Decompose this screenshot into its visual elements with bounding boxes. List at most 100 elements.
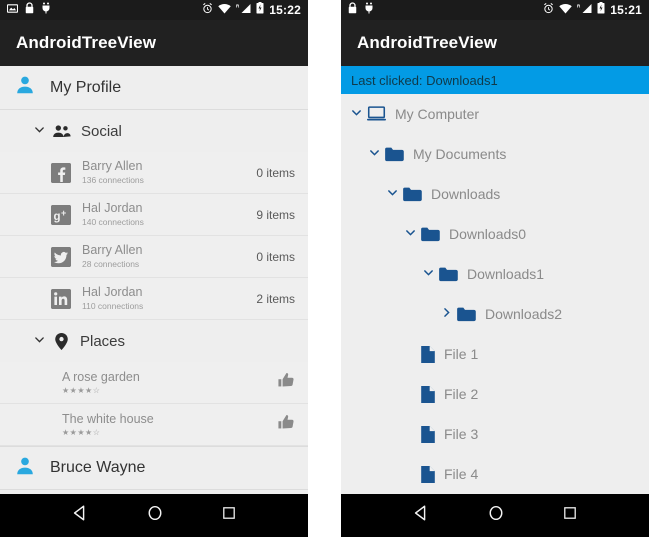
screenshot-stage: R 15:22 AndroidTreeView My Profile Socia…	[0, 0, 649, 537]
tree-root-bruce-wayne[interactable]: Bruce Wayne	[0, 446, 308, 490]
back-triangle-icon[interactable]	[71, 504, 89, 527]
tree-node-label: Downloads	[431, 186, 501, 202]
usb-debug-icon	[41, 1, 51, 19]
chevron-down-icon[interactable]	[34, 332, 45, 350]
thumbs-up-icon[interactable]	[278, 414, 295, 436]
list-item-subtitle: 28 connections	[82, 259, 140, 269]
location-pin-icon	[55, 332, 68, 350]
signal-roaming-icon: R	[236, 1, 251, 19]
left-nav-bar	[0, 494, 308, 537]
list-item-texts: Barry Allen 136 connections	[82, 159, 144, 186]
tree-node-downloads0[interactable]: Downloads0	[341, 214, 649, 254]
tree-node-file-4[interactable]: File 4	[341, 454, 649, 494]
tree-node-my-documents[interactable]: My Documents	[341, 134, 649, 174]
folder-icon	[421, 227, 440, 242]
lock-icon	[348, 1, 357, 19]
tree-node-downloads[interactable]: Downloads	[341, 174, 649, 214]
left-status-bar: R 15:22	[0, 0, 308, 20]
svg-text:R: R	[236, 4, 240, 9]
right-nav-bar	[341, 494, 649, 537]
list-item[interactable]: Hal Jordan 110 connections 2 items	[0, 278, 308, 320]
chevron-down-icon[interactable]	[351, 105, 362, 123]
signal-roaming-icon: R	[577, 1, 592, 19]
file-icon	[421, 385, 435, 403]
list-item-title: Hal Jordan	[82, 201, 143, 215]
left-phone-screen: R 15:22 AndroidTreeView My Profile Socia…	[0, 0, 308, 537]
rating-stars: ★★★★☆	[62, 385, 101, 395]
chevron-down-icon[interactable]	[423, 265, 434, 283]
facebook-icon	[51, 162, 71, 183]
tree-root-my-profile[interactable]: My Profile	[0, 66, 308, 110]
status-icons-left	[348, 1, 374, 19]
people-icon	[52, 124, 71, 139]
wifi-icon	[559, 1, 573, 19]
list-item-title: A rose garden	[62, 369, 140, 384]
lock-icon	[25, 1, 34, 19]
tree-node-file-3[interactable]: File 3	[341, 414, 649, 454]
tree-node-downloads2[interactable]: Downloads2	[341, 294, 649, 334]
twitter-icon	[51, 246, 71, 267]
tree-node-file-2[interactable]: File 2	[341, 374, 649, 414]
right-tree-content: My Computer My Documents Downloads Downl…	[341, 94, 649, 494]
chevron-down-icon[interactable]	[405, 225, 416, 243]
folder-icon	[403, 187, 422, 202]
tree-node-label: Downloads1	[467, 266, 545, 282]
alarm-icon	[543, 1, 554, 19]
home-circle-icon[interactable]	[487, 504, 505, 527]
tree-node-label: File 4	[444, 466, 479, 482]
last-clicked-banner: Last clicked: Downloads1	[341, 66, 649, 94]
recents-square-icon[interactable]	[562, 505, 578, 526]
alarm-icon	[202, 1, 213, 19]
computer-icon	[367, 106, 386, 122]
usb-debug-icon	[364, 1, 374, 19]
status-icons-right: R 15:22	[202, 1, 301, 19]
wifi-icon	[218, 1, 232, 19]
list-item-title: Hal Jordan	[82, 285, 143, 299]
tree-node-label: File 2	[444, 386, 479, 402]
list-item-subtitle: 110 connections	[82, 301, 144, 311]
tree-node-downloads1[interactable]: Downloads1	[341, 254, 649, 294]
app-title: AndroidTreeView	[16, 33, 157, 52]
back-triangle-icon[interactable]	[412, 504, 430, 527]
svg-text:+: +	[61, 208, 66, 218]
list-item-count: 0 items	[256, 249, 295, 264]
list-item[interactable]: A rose garden ★★★★☆	[0, 362, 308, 404]
chevron-down-icon[interactable]	[387, 185, 398, 203]
list-item-texts: Barry Allen 28 connections	[82, 243, 142, 270]
tree-node-file-1[interactable]: File 1	[341, 334, 649, 374]
list-item[interactable]: Barry Allen 28 connections 0 items	[0, 236, 308, 278]
tree-node-label: Downloads2	[485, 306, 563, 322]
list-item-texts: Hal Jordan 110 connections	[82, 285, 143, 312]
chevron-down-icon[interactable]	[34, 122, 45, 140]
tree-node-label: File 1	[444, 346, 479, 362]
chevron-down-icon[interactable]	[369, 145, 380, 163]
file-icon	[421, 345, 435, 363]
battery-charging-icon	[256, 1, 264, 19]
thumbs-up-icon[interactable]	[278, 372, 295, 394]
list-item[interactable]: g + Hal Jordan 140 connections 9 items	[0, 194, 308, 236]
list-item-texts: The white house ★★★★☆	[62, 412, 154, 438]
tree-group-social[interactable]: Social	[0, 110, 308, 152]
tree-node-my-computer[interactable]: My Computer	[341, 94, 649, 134]
rating-stars: ★★★★☆	[62, 427, 101, 437]
status-icons-right: R 15:21	[543, 1, 642, 19]
tree-node-label: My Documents	[413, 146, 507, 162]
folder-icon	[439, 267, 458, 282]
list-item-texts: A rose garden ★★★★☆	[62, 370, 140, 396]
recents-square-icon[interactable]	[221, 505, 237, 526]
list-item[interactable]: The white house ★★★★☆	[0, 404, 308, 446]
person-icon	[14, 74, 36, 101]
person-icon	[14, 455, 36, 482]
tree-group-label: Places	[80, 332, 126, 350]
list-item-texts: Hal Jordan 140 connections	[82, 201, 144, 228]
file-icon	[421, 425, 435, 443]
tree-group-places[interactable]: Places	[0, 320, 308, 362]
home-circle-icon[interactable]	[146, 504, 164, 527]
chevron-right-icon[interactable]	[441, 305, 452, 323]
tree-root-label: My Profile	[50, 78, 122, 96]
list-item-title: Barry Allen	[82, 243, 143, 257]
tree-node-label: My Computer	[395, 106, 480, 122]
list-item[interactable]: Barry Allen 136 connections 0 items	[0, 152, 308, 194]
status-time: 15:22	[269, 3, 301, 17]
folder-icon	[385, 147, 404, 162]
